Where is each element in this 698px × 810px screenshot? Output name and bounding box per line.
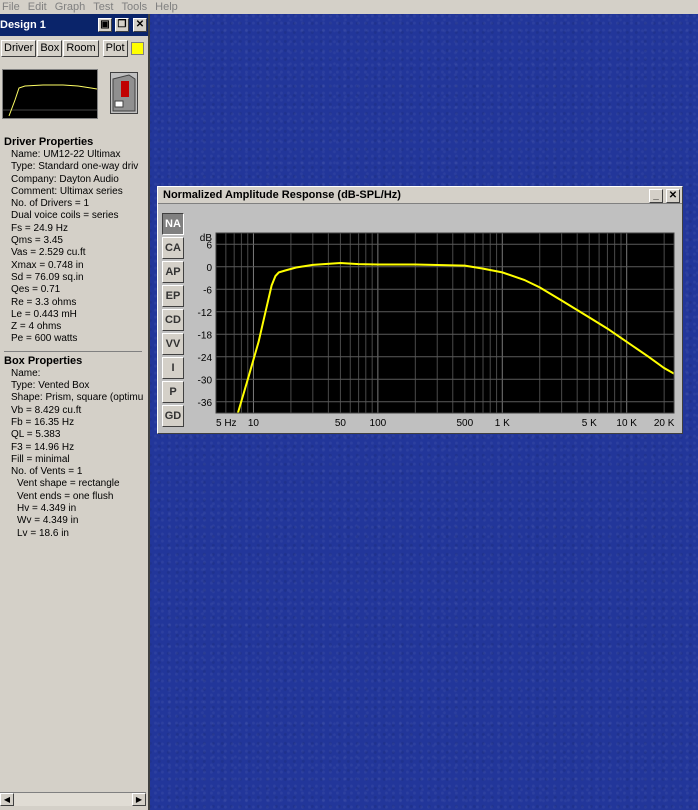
save-icon[interactable]: ▣: [98, 18, 112, 32]
copy-icon[interactable]: ❐: [115, 18, 129, 32]
plot-area: [216, 233, 674, 413]
driver-properties-heading: Driver Properties: [4, 136, 94, 148]
amplitude-response-window: Normalized Amplitude Response (dB-SPL/Hz…: [157, 186, 683, 434]
tab-driver[interactable]: Driver: [1, 40, 37, 57]
box-prop: Shape: Prism, square (optimu: [11, 392, 144, 404]
driver-prop: Pe = 600 watts: [11, 333, 78, 345]
tab-plot[interactable]: Plot: [102, 40, 128, 57]
horizontal-scrollbar[interactable]: ◀ ▶: [0, 792, 146, 806]
design-title: Design 1: [0, 19, 46, 31]
vent-prop: Vent shape = rectangle: [17, 478, 120, 490]
x-tick-label: 100: [370, 418, 387, 429]
x-tick-label: 50: [335, 418, 347, 429]
graph-tab-i[interactable]: I: [162, 357, 184, 379]
graph-type-tabs: NA CA AP EP CD VV I P GD: [162, 213, 184, 429]
y-tick-label: -18: [198, 330, 213, 341]
y-tick-label: -24: [198, 353, 213, 364]
x-tick-label: 10: [248, 418, 260, 429]
response-thumbnail[interactable]: [2, 69, 98, 119]
scroll-right-icon[interactable]: ▶: [132, 793, 146, 806]
driver-prop: Re = 3.3 ohms: [11, 296, 77, 308]
vent-prop: Hv = 4.349 in: [17, 503, 77, 515]
x-tick-label: 20 K: [654, 418, 675, 429]
driver-prop: Comment: Ultimax series: [11, 185, 123, 197]
graph-tab-gd[interactable]: GD: [162, 405, 184, 427]
vent-prop: Lv = 18.6 in: [17, 527, 69, 539]
driver-prop: Fs = 24.9 Hz: [11, 222, 68, 234]
menu-graph[interactable]: Graph: [53, 1, 92, 13]
design-title-bar[interactable]: Design 1 ▣ ❐ ✕: [0, 14, 148, 36]
x-tick-label: 500: [456, 418, 473, 429]
box-prop: Fb = 16.35 Hz: [11, 416, 75, 428]
box-prop: Fill = minimal: [11, 453, 70, 465]
design-tabs: Driver Box Room Plot: [0, 36, 148, 57]
properties-list: Driver Properties Name: UM12-22 Ultimax …: [0, 136, 146, 540]
box-prop: Type: Vented Box: [11, 380, 90, 392]
driver-prop: Vas = 2.529 cu.ft: [11, 247, 86, 259]
box-prop: F3 = 14.96 Hz: [11, 441, 75, 453]
y-tick-label: 0: [206, 263, 212, 274]
minimize-icon[interactable]: _: [649, 189, 663, 203]
menu-file[interactable]: File: [0, 1, 26, 13]
menu-tools[interactable]: Tools: [119, 1, 153, 13]
driver-prop: Qes = 0.71: [11, 284, 61, 296]
close-icon[interactable]: ✕: [666, 189, 680, 203]
driver-prop: Dual voice coils = series: [11, 210, 119, 222]
menu-edit[interactable]: Edit: [26, 1, 53, 13]
driver-prop: Sd = 76.09 sq.in: [11, 271, 84, 283]
tab-room[interactable]: Room: [63, 40, 99, 57]
graph-tab-p[interactable]: P: [162, 381, 184, 403]
plot-window-title-bar[interactable]: Normalized Amplitude Response (dB-SPL/Hz…: [158, 187, 682, 204]
divider: [4, 350, 142, 352]
y-tick-label: -36: [198, 398, 213, 409]
graph-tab-na[interactable]: NA: [162, 213, 184, 235]
driver-prop: Qms = 3.45: [11, 235, 63, 247]
x-tick-label: 5 K: [582, 418, 597, 429]
driver-prop: No. of Drivers = 1: [11, 198, 90, 210]
box-prop: No. of Vents = 1: [11, 466, 83, 478]
driver-prop: Type: Standard one-way driv: [11, 161, 139, 173]
driver-prop: Le = 0.443 mH: [11, 308, 77, 320]
amplitude-response-chart[interactable]: 60-6-12-18-24-30-36dB5 Hz 10 50 100 500 1 K5 …: [185, 214, 679, 432]
close-icon[interactable]: ✕: [133, 18, 147, 32]
scroll-left-icon[interactable]: ◀: [0, 793, 14, 806]
driver-prop: Company: Dayton Audio: [11, 173, 119, 185]
y-tick-label: -6: [203, 285, 212, 296]
driver-prop: Xmax = 0.748 in: [11, 259, 84, 271]
box-prop: QL = 5.383: [11, 429, 61, 441]
y-unit-label: dB: [200, 233, 213, 244]
vent-prop: Wv = 4.349 in: [17, 515, 79, 527]
y-tick-label: -30: [198, 375, 213, 386]
graph-tab-cd[interactable]: CD: [162, 309, 184, 331]
vent-prop: Vent ends = one flush: [17, 490, 114, 502]
menu-help[interactable]: Help: [153, 1, 184, 13]
menu-bar: File Edit Graph Test Tools Help: [0, 0, 698, 14]
graph-tab-ep[interactable]: EP: [162, 285, 184, 307]
graph-tab-vv[interactable]: VV: [162, 333, 184, 355]
menu-test[interactable]: Test: [91, 1, 119, 13]
design-panel: Design 1 ▣ ❐ ✕ Driver Box Room Plot Driv…: [0, 14, 150, 810]
x-tick-label: 5 Hz: [216, 418, 237, 429]
x-tick-label: 10 K: [616, 418, 637, 429]
y-tick-label: -12: [198, 308, 213, 319]
driver-prop: Z = 4 ohms: [11, 321, 62, 333]
thumbnail-curve-icon: [3, 84, 98, 117]
speaker-box-icon[interactable]: [110, 72, 138, 114]
graph-tab-ca[interactable]: CA: [162, 237, 184, 259]
driver-prop: Name: UM12-22 Ultimax: [11, 149, 121, 160]
x-tick-label: 1 K: [495, 418, 510, 429]
box-prop: Name:: [11, 367, 41, 379]
box-properties-heading: Box Properties: [4, 354, 83, 367]
graph-tab-ap[interactable]: AP: [162, 261, 184, 283]
plot-window-title: Normalized Amplitude Response (dB-SPL/Hz…: [163, 189, 401, 201]
plot-color-swatch[interactable]: [130, 42, 144, 55]
box-prop: Vb = 8.429 cu.ft: [11, 404, 82, 416]
tab-box[interactable]: Box: [37, 40, 63, 57]
